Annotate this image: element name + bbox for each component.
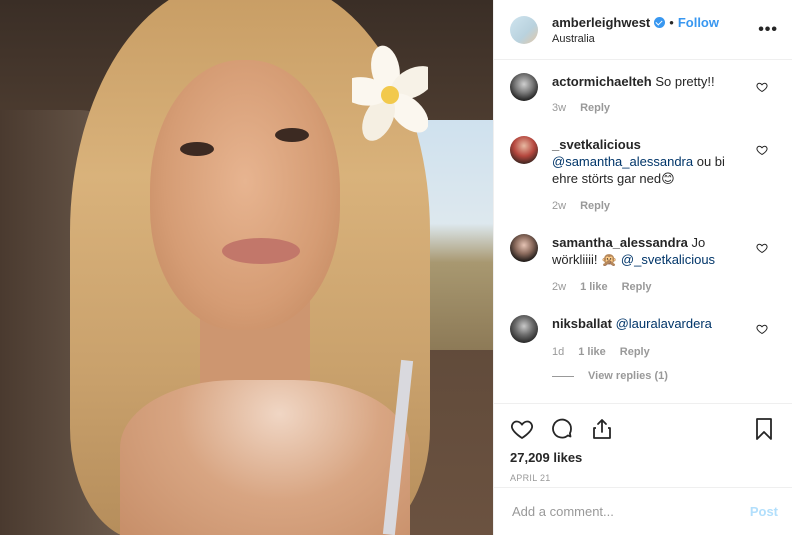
action-icons	[494, 404, 792, 446]
reply-button[interactable]: Reply	[580, 200, 610, 212]
avatar[interactable]	[510, 315, 538, 343]
reply-button[interactable]: Reply	[622, 281, 652, 293]
avatar[interactable]	[510, 136, 538, 164]
comment-bubble-icon[interactable]	[550, 417, 574, 441]
avatar[interactable]	[510, 15, 538, 44]
comment-text: samantha_alessandra Jo wörkliiii! 🙊 @_sv…	[552, 234, 752, 268]
face	[150, 60, 340, 330]
like-comment-heart-icon[interactable]	[756, 81, 768, 93]
comment-body: actormichaelteh So pretty!! 3w Reply	[552, 73, 776, 114]
reply-button[interactable]: Reply	[620, 346, 650, 358]
mention-link[interactable]: @_svetkalicious	[621, 252, 715, 267]
comment-text: niksballat @lauralavardera	[552, 315, 752, 332]
post-comment-button[interactable]: Post	[750, 504, 778, 519]
reply-button[interactable]: Reply	[580, 102, 610, 114]
view-replies-button[interactable]: View replies (1)	[552, 370, 752, 382]
comment-text: actormichaelteh So pretty!!	[552, 73, 752, 90]
lips	[222, 238, 300, 264]
left-eye	[180, 142, 214, 156]
comment-meta: 2w 1 like Reply	[552, 281, 752, 293]
view-replies-label[interactable]: View replies (1)	[588, 370, 668, 382]
flower-icon	[352, 45, 428, 141]
comment-time[interactable]: 1d	[552, 346, 564, 358]
comment-item: actormichaelteh So pretty!! 3w Reply	[494, 73, 792, 114]
comment-meta: 3w Reply	[552, 102, 752, 114]
separator: •	[669, 14, 674, 30]
comment-username[interactable]: niksballat	[552, 316, 612, 331]
post-header: amberleighwest • Follow Australia •••	[494, 0, 792, 60]
bookmark-icon[interactable]	[752, 417, 776, 441]
location-link[interactable]: Australia	[552, 33, 758, 45]
post-actions: 27,209 likes APRIL 21	[494, 403, 792, 488]
comments-list[interactable]: actormichaelteh So pretty!! 3w Reply _sv…	[494, 61, 792, 402]
instagram-post: amberleighwest • Follow Australia ••• ac…	[0, 0, 792, 535]
comment-time[interactable]: 3w	[552, 102, 566, 114]
comment-time[interactable]: 2w	[552, 200, 566, 212]
comment-input[interactable]	[510, 503, 750, 520]
add-comment-bar: Post	[494, 487, 792, 535]
verified-badge-icon	[654, 16, 666, 28]
mention-link[interactable]: @lauralavardera	[616, 316, 712, 331]
like-comment-heart-icon[interactable]	[756, 242, 768, 254]
comment-text: _svetkalicious @samantha_alessandra ou b…	[552, 136, 752, 187]
like-comment-heart-icon[interactable]	[756, 144, 768, 156]
comment-username[interactable]: samantha_alessandra	[552, 235, 688, 250]
header-line: amberleighwest • Follow	[552, 15, 758, 30]
comment-time[interactable]: 2w	[552, 281, 566, 293]
chest	[120, 380, 410, 535]
like-comment-heart-icon[interactable]	[756, 323, 768, 335]
comment-body: niksballat @lauralavardera 1d 1 like Rep…	[552, 315, 776, 382]
comment-username[interactable]: _svetkalicious	[552, 137, 641, 152]
post-sidebar: amberleighwest • Follow Australia ••• ac…	[493, 0, 792, 535]
username-link[interactable]: amberleighwest	[552, 15, 650, 30]
comment-content: So pretty!!	[655, 74, 715, 89]
avatar[interactable]	[510, 234, 538, 262]
comment-body: _svetkalicious @samantha_alessandra ou b…	[552, 136, 776, 212]
follow-button[interactable]: Follow	[678, 15, 719, 30]
avatar[interactable]	[510, 73, 538, 101]
like-heart-icon[interactable]	[510, 417, 534, 441]
likes-count[interactable]: 1 like	[578, 346, 606, 358]
more-options-icon[interactable]: •••	[758, 21, 778, 39]
post-photo[interactable]	[0, 0, 493, 535]
divider-line	[552, 375, 574, 377]
share-icon[interactable]	[590, 417, 614, 441]
comment-meta: 2w Reply	[552, 200, 752, 212]
mention-link[interactable]: @samantha_alessandra	[552, 154, 693, 169]
comment-meta: 1d 1 like Reply	[552, 346, 752, 358]
likes-count[interactable]: 1 like	[580, 281, 608, 293]
header-text: amberleighwest • Follow Australia	[552, 15, 758, 45]
comment-body: samantha_alessandra Jo wörkliiii! 🙊 @_sv…	[552, 234, 776, 293]
comment-item: niksballat @lauralavardera 1d 1 like Rep…	[494, 315, 792, 382]
comment-item: _svetkalicious @samantha_alessandra ou b…	[494, 136, 792, 212]
comment-item: samantha_alessandra Jo wörkliiii! 🙊 @_sv…	[494, 234, 792, 293]
right-eye	[275, 128, 309, 142]
comment-username[interactable]: actormichaelteh	[552, 74, 652, 89]
post-date[interactable]: APRIL 21	[494, 465, 792, 483]
likes-count[interactable]: 27,209 likes	[494, 446, 792, 465]
